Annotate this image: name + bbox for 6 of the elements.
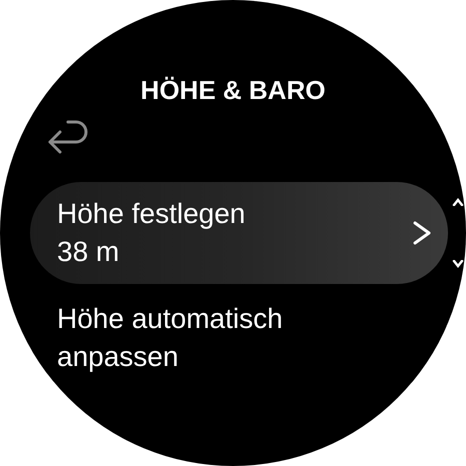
item-label: Höhe automatisch anpassen — [57, 302, 284, 374]
item-value: 38 m — [57, 235, 120, 269]
menu-item[interactable]: Höhe festlegen 38 m — [30, 182, 448, 284]
item-label: Höhe festlegen — [57, 197, 246, 231]
screen-title: HÖHE & BARO — [140, 74, 326, 106]
chevron-right-icon — [412, 220, 432, 246]
